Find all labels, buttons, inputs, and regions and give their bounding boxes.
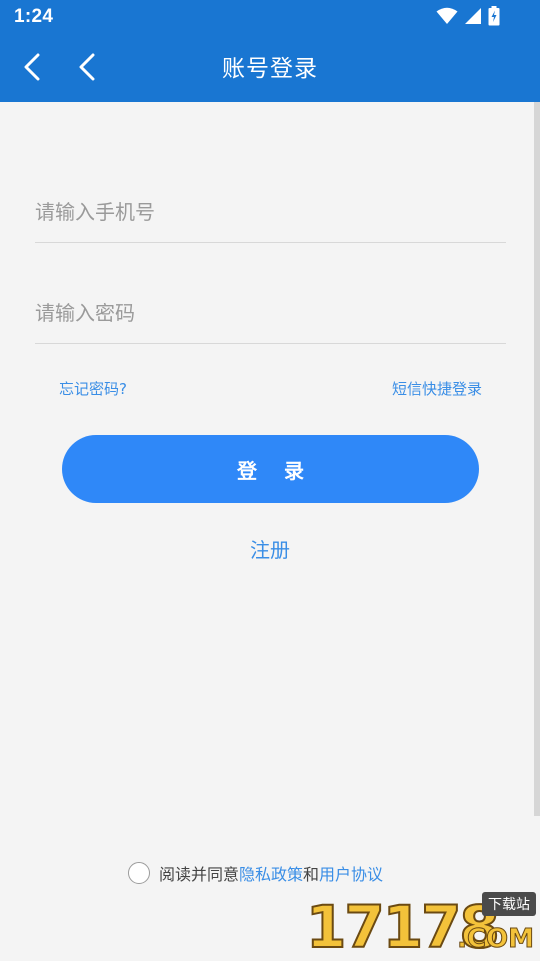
- status-icons: [436, 6, 500, 30]
- watermark-logo: 17178 下载站 .COM: [305, 892, 536, 957]
- password-field: [35, 283, 506, 344]
- app-bar: 账号登录: [0, 36, 540, 102]
- agreement-row: 阅读并同意 隐私政策 和 用户协议: [128, 861, 383, 885]
- user-agreement-link[interactable]: 用户协议: [319, 861, 383, 885]
- forgot-password-link[interactable]: 忘记密码?: [59, 378, 127, 399]
- agreement-prefix: 阅读并同意: [159, 865, 240, 884]
- chevron-left-icon: [23, 53, 41, 85]
- phone-input[interactable]: [35, 182, 506, 242]
- back-button[interactable]: [14, 51, 50, 87]
- scrollbar[interactable]: [534, 102, 540, 816]
- phone-field: [35, 182, 506, 243]
- register-link[interactable]: 注册: [0, 534, 540, 563]
- agreement-checkbox[interactable]: [128, 862, 150, 884]
- status-bar: 1:24: [0, 0, 540, 36]
- battery-charging-icon: [488, 6, 500, 30]
- watermark-suffix: .COM: [457, 924, 535, 955]
- close-page-button[interactable]: [69, 51, 105, 87]
- password-input[interactable]: [35, 283, 506, 343]
- sms-login-link[interactable]: 短信快捷登录: [392, 378, 482, 399]
- chevron-left-icon: [78, 53, 96, 85]
- watermark-badge: 下载站: [482, 892, 536, 916]
- signal-icon: [464, 7, 482, 29]
- status-time: 1:24: [14, 6, 54, 27]
- agreement-and: 和: [303, 865, 320, 884]
- login-button[interactable]: 登 录: [62, 435, 479, 503]
- wifi-icon: [436, 7, 458, 29]
- privacy-policy-link[interactable]: 隐私政策: [239, 861, 303, 885]
